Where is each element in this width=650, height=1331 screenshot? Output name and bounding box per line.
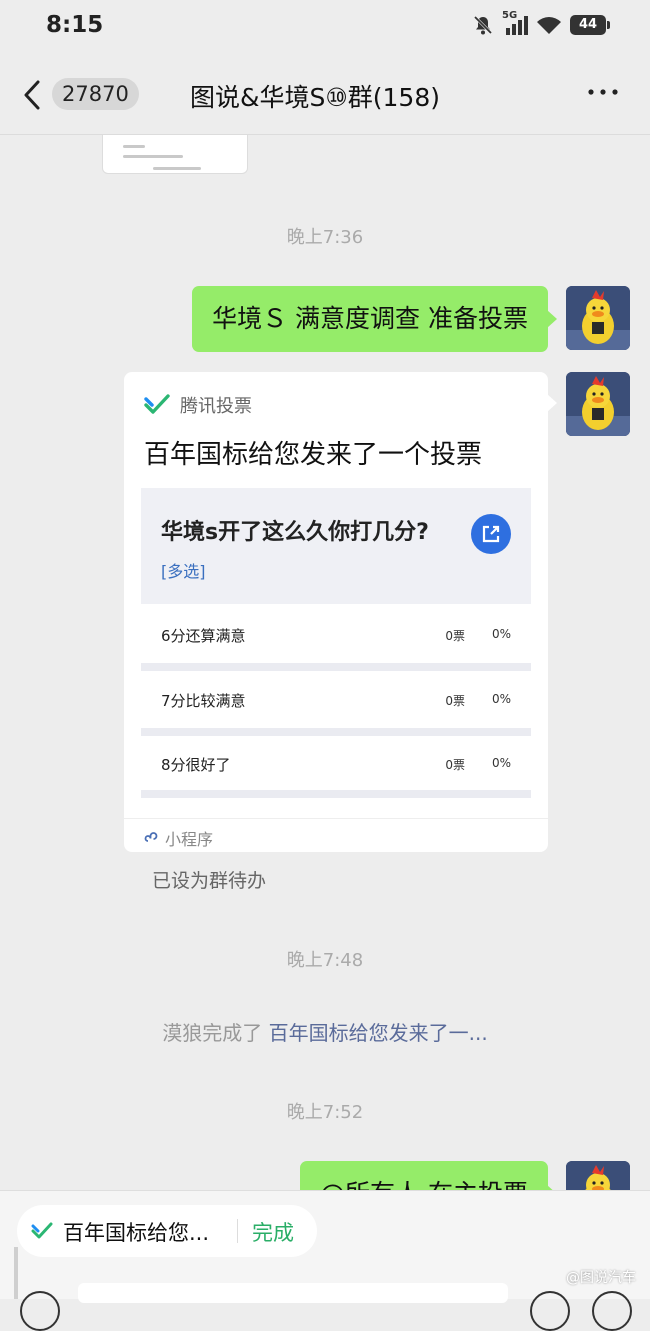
option-label: 6分还算满意 [161, 627, 246, 645]
card-title: 百年国标给您发来了一个投票 [144, 440, 483, 470]
option-percent: 0% [491, 627, 511, 641]
chat-title[interactable]: 图说&华境S⑩群(158) [190, 78, 440, 114]
card-divider [124, 818, 548, 819]
network-type: 5G [502, 10, 518, 21]
duck-avatar-icon [566, 372, 630, 436]
option-label: 7分比较满意 [161, 692, 246, 710]
text-message-bubble[interactable]: 华境Ｓ 满意度调查 准备投票 [192, 286, 557, 352]
edge-handle [14, 1247, 18, 1299]
avatar[interactable] [566, 286, 630, 350]
message-list[interactable]: 晚上7:36 华境Ｓ 满意度调查 准备投票 腾讯投票 百年国标给您发来了一个投票… [0, 135, 650, 1190]
card-app-name: 腾讯投票 [180, 396, 252, 417]
voice-button[interactable] [20, 1291, 60, 1331]
chevron-left-icon [24, 80, 40, 110]
card-footer: 小程序 [144, 826, 213, 850]
tencent-vote-icon [144, 394, 170, 414]
unread-count-badge[interactable]: 27870 [52, 78, 139, 110]
card-footer-label: 小程序 [165, 830, 214, 849]
system-message-text: 漠狼完成了 [162, 1021, 263, 1045]
add-button[interactable] [592, 1291, 632, 1331]
system-message-link[interactable]: 百年国标给您发来了一... [269, 1021, 488, 1045]
signal-icon: 5G [502, 10, 528, 36]
message-text: 华境Ｓ 满意度调查 准备投票 [212, 304, 528, 333]
option-percent: 0% [491, 756, 511, 770]
chat-header: 27870 图说&华境S⑩群(158) [0, 52, 650, 135]
duck-avatar-icon [566, 286, 630, 350]
text-message-bubble[interactable]: @所有人 在主投票 [300, 1161, 557, 1190]
option-progress-bar [141, 728, 531, 736]
battery-icon: 44 [570, 15, 610, 35]
todo-check-icon [31, 1222, 53, 1239]
pill-divider [237, 1219, 238, 1243]
poll-card[interactable]: 腾讯投票 百年国标给您发来了一个投票 华境s开了这么久你打几分? [多选] 6分… [124, 372, 557, 852]
option-votes: 0票 [445, 629, 465, 643]
todo-pill-text: 百年国标给您... [63, 1221, 210, 1245]
time-divider: 晚上7:52 [286, 1102, 364, 1123]
wifi-icon [536, 15, 562, 35]
group-todo-pill[interactable]: 百年国标给您... 完成 [17, 1205, 317, 1257]
option-label: 8分很好了 [161, 756, 231, 774]
poll-option[interactable]: 8分很好了 0票 0% [141, 736, 531, 792]
todo-done-button[interactable]: 完成 [252, 1217, 294, 1247]
option-votes: 0票 [445, 694, 465, 708]
emoji-button[interactable] [530, 1291, 570, 1331]
message-text: @所有人 在主投票 [320, 1179, 528, 1190]
option-votes: 0票 [445, 758, 465, 772]
status-bar: 8:15 5G 44 [0, 0, 650, 52]
avatar[interactable] [566, 1161, 630, 1190]
option-percent: 0% [491, 692, 511, 706]
duck-avatar-icon [566, 1161, 630, 1190]
group-todo-note: 已设为群待办 [152, 870, 267, 892]
option-progress-bar [141, 790, 531, 798]
image-message[interactable] [102, 135, 248, 174]
poll-question-box: 华境s开了这么久你打几分? [多选] [141, 488, 531, 604]
poll-option[interactable]: 7分比较满意 0票 0% [141, 672, 531, 728]
avatar[interactable] [566, 372, 630, 436]
time-divider: 晚上7:36 [286, 227, 364, 248]
option-progress-bar [141, 663, 531, 671]
open-poll-button[interactable] [471, 514, 511, 554]
card-app-header: 腾讯投票 [144, 392, 252, 418]
back-button[interactable] [20, 78, 50, 112]
time-divider: 晚上7:48 [286, 950, 364, 971]
watermark: @图说汽车 [566, 1270, 636, 1286]
status-time: 8:15 [46, 12, 104, 38]
more-button[interactable] [586, 82, 620, 102]
status-icons: 5G 44 [472, 10, 610, 36]
external-link-icon [482, 525, 500, 543]
mute-bell-icon [472, 14, 494, 36]
poll-question: 华境s开了这么久你打几分? [161, 520, 429, 545]
bottom-bar: 百年国标给您... 完成 @图说汽车 [0, 1190, 650, 1331]
system-message: 漠狼完成了 百年国标给您发来了一... [0, 1017, 650, 1046]
mini-program-icon [144, 832, 158, 842]
message-input[interactable] [78, 1283, 508, 1303]
more-dots-icon [588, 89, 618, 95]
poll-type: [多选] [161, 562, 206, 581]
poll-option[interactable]: 6分还算满意 0票 0% [141, 607, 531, 663]
